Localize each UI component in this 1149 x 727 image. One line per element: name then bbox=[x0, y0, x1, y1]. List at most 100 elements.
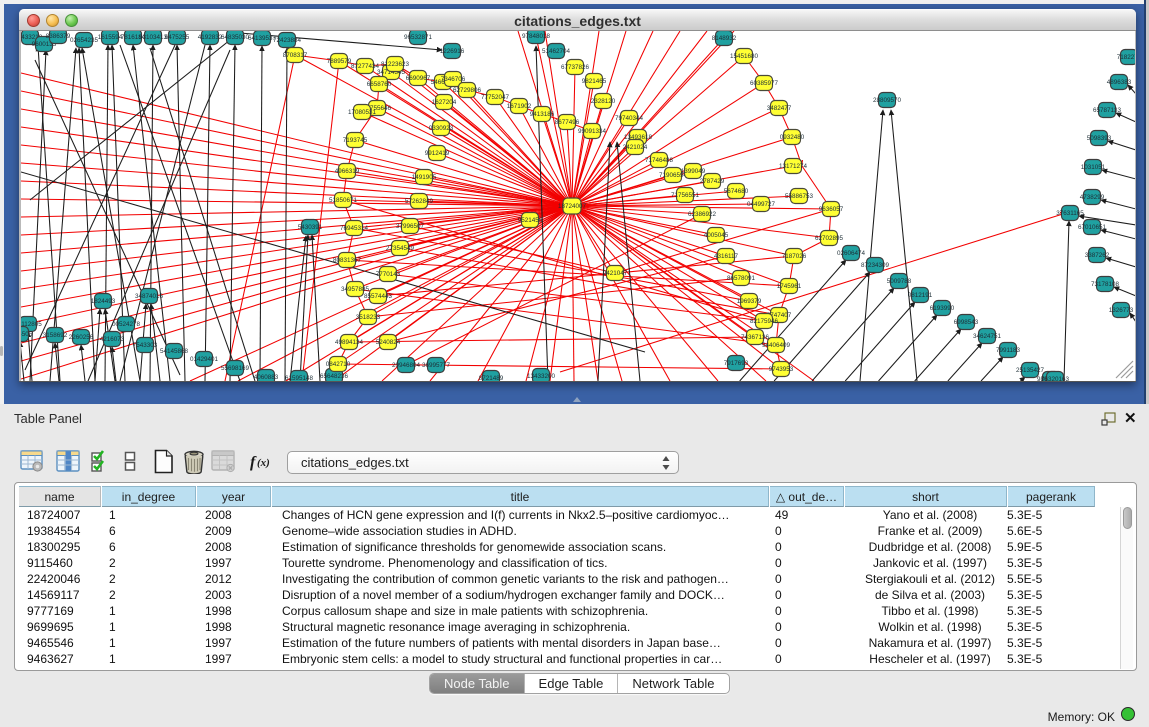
svg-text:4192832: 4192832 bbox=[198, 34, 223, 41]
svg-text:7917693: 7917693 bbox=[724, 360, 749, 367]
svg-text:7187026: 7187026 bbox=[782, 253, 807, 260]
svg-text:55698169: 55698169 bbox=[221, 365, 250, 372]
svg-text:76320163: 76320163 bbox=[1041, 376, 1070, 381]
svg-text:02654235: 02654235 bbox=[70, 37, 99, 44]
svg-text:04499727: 04499727 bbox=[747, 201, 776, 208]
svg-text:(x): (x) bbox=[257, 457, 270, 469]
svg-text:9413186: 9413186 bbox=[530, 111, 555, 118]
svg-text:62702895: 62702895 bbox=[815, 235, 844, 242]
svg-text:25135427: 25135427 bbox=[1016, 367, 1045, 374]
svg-text:86578091: 86578091 bbox=[727, 275, 756, 282]
svg-text:6193990: 6193990 bbox=[930, 305, 955, 312]
svg-text:28809570: 28809570 bbox=[873, 97, 902, 104]
svg-text:2787429: 2787429 bbox=[700, 178, 725, 185]
svg-text:1671902: 1671902 bbox=[507, 103, 532, 110]
svg-text:7770143: 7770143 bbox=[376, 271, 401, 278]
svg-text:4738299: 4738299 bbox=[1080, 194, 1105, 201]
svg-text:87234309: 87234309 bbox=[861, 262, 890, 269]
svg-text:5674680: 5674680 bbox=[724, 188, 749, 195]
svg-text:9636057: 9636057 bbox=[819, 206, 844, 213]
svg-text:6690967: 6690967 bbox=[406, 75, 431, 82]
svg-text:4216073: 4216073 bbox=[100, 336, 125, 343]
svg-text:01429401: 01429401 bbox=[190, 356, 219, 363]
svg-text:71746488: 71746488 bbox=[645, 157, 674, 164]
svg-text:85574443: 85574443 bbox=[364, 293, 393, 300]
svg-text:1824493: 1824493 bbox=[91, 298, 116, 305]
svg-text:1969379: 1969379 bbox=[737, 298, 762, 305]
svg-text:6658760: 6658760 bbox=[367, 81, 392, 88]
svg-text:80831367: 80831367 bbox=[333, 257, 362, 264]
svg-text:55886753: 55886753 bbox=[785, 193, 814, 200]
svg-text:64835030: 64835030 bbox=[221, 34, 250, 41]
svg-text:6475255: 6475255 bbox=[165, 34, 190, 41]
svg-text:34874016: 34874016 bbox=[135, 293, 164, 300]
svg-text:99091334: 99091334 bbox=[578, 128, 607, 135]
svg-text:7991183: 7991183 bbox=[996, 347, 1021, 354]
svg-text:29946804: 29946804 bbox=[392, 362, 421, 369]
svg-text:6204505: 6204505 bbox=[21, 331, 33, 338]
svg-text:7889579: 7889579 bbox=[327, 58, 352, 65]
svg-text:9421047: 9421047 bbox=[603, 270, 628, 277]
svg-text:5240824: 5240824 bbox=[376, 339, 401, 346]
svg-text:6998543: 6998543 bbox=[954, 319, 979, 326]
svg-text:2421024: 2421024 bbox=[623, 144, 648, 151]
svg-text:1226916: 1226916 bbox=[440, 48, 465, 55]
svg-text:18724007: 18724007 bbox=[558, 203, 587, 210]
svg-text:8708317: 8708317 bbox=[283, 52, 308, 59]
svg-text:2260256: 2260256 bbox=[69, 334, 94, 341]
svg-text:97848018: 97848018 bbox=[522, 33, 551, 40]
svg-text:34624751: 34624751 bbox=[973, 333, 1002, 340]
svg-text:9821465: 9821465 bbox=[582, 78, 607, 85]
svg-text:00524278: 00524278 bbox=[112, 321, 141, 328]
svg-text:67010651: 67010651 bbox=[1078, 224, 1107, 231]
svg-text:0330923: 0330923 bbox=[429, 125, 454, 132]
svg-text:37631165: 37631165 bbox=[1056, 210, 1084, 217]
svg-text:5430391: 5430391 bbox=[298, 224, 323, 231]
svg-text:37996507: 37996507 bbox=[396, 223, 425, 230]
svg-text:94406409: 94406409 bbox=[762, 342, 791, 349]
svg-text:3518233: 3518233 bbox=[356, 314, 381, 321]
svg-text:74367136: 74367136 bbox=[741, 334, 770, 341]
svg-text:36995777: 36995777 bbox=[422, 362, 451, 369]
svg-text:8386379: 8386379 bbox=[46, 33, 71, 40]
svg-text:73178108: 73178108 bbox=[1091, 281, 1120, 288]
svg-text:02606474: 02606474 bbox=[837, 250, 866, 257]
svg-text:3387262: 3387262 bbox=[1085, 252, 1110, 259]
svg-text:7193745: 7193745 bbox=[343, 137, 368, 144]
svg-text:1745961: 1745961 bbox=[777, 283, 802, 290]
svg-text:1399049: 1399049 bbox=[681, 168, 706, 175]
svg-text:9912419: 9912419 bbox=[425, 150, 450, 157]
svg-text:49894134: 49894134 bbox=[335, 339, 364, 346]
svg-text:f: f bbox=[250, 454, 257, 471]
svg-text:51850671: 51850671 bbox=[329, 197, 358, 204]
svg-text:0842710: 0842710 bbox=[326, 361, 351, 368]
svg-text:13433200: 13433200 bbox=[527, 373, 556, 380]
svg-text:5098393: 5098393 bbox=[1087, 135, 1112, 142]
svg-text:51462704: 51462704 bbox=[542, 48, 571, 55]
svg-text:9521456: 9521456 bbox=[518, 217, 543, 224]
svg-text:77752047: 77752047 bbox=[481, 94, 510, 101]
svg-text:72423884: 72423884 bbox=[273, 37, 302, 44]
svg-text:1326773: 1326773 bbox=[1109, 307, 1134, 314]
svg-text:15451680: 15451680 bbox=[730, 53, 759, 60]
svg-text:1627204: 1627204 bbox=[432, 99, 457, 106]
svg-text:62729806: 62729806 bbox=[453, 87, 482, 94]
svg-text:2328120: 2328120 bbox=[591, 98, 616, 105]
svg-text:0932480: 0932480 bbox=[780, 134, 805, 141]
svg-text:9743953: 9743953 bbox=[769, 366, 794, 373]
svg-text:7182278: 7182278 bbox=[1117, 54, 1135, 61]
svg-text:4060883: 4060883 bbox=[254, 374, 279, 381]
svg-text:7346706: 7346706 bbox=[441, 76, 466, 83]
svg-text:27354549: 27354549 bbox=[386, 245, 415, 252]
svg-text:34957885: 34957885 bbox=[341, 286, 370, 293]
svg-text:8721489: 8721489 bbox=[479, 375, 504, 381]
svg-text:3482477: 3482477 bbox=[767, 105, 792, 112]
svg-text:4966319: 4966319 bbox=[335, 168, 360, 175]
svg-text:4005045: 4005045 bbox=[704, 232, 729, 239]
svg-text:4316117: 4316117 bbox=[714, 253, 739, 260]
svg-text:65648236: 65648236 bbox=[320, 373, 349, 380]
svg-text:79740344: 79740344 bbox=[615, 115, 644, 122]
svg-text:93103413: 93103413 bbox=[139, 34, 168, 41]
svg-text:4896383: 4896383 bbox=[1107, 79, 1132, 86]
svg-text:1031051: 1031051 bbox=[1081, 164, 1106, 171]
